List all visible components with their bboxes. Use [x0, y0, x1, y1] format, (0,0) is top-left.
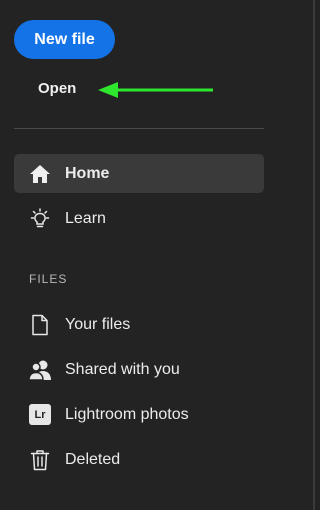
sidebar-item-deleted[interactable]: Deleted — [14, 440, 264, 479]
lightroom-badge: Lr — [29, 404, 51, 425]
home-icon — [28, 162, 52, 186]
sidebar-item-your-files[interactable]: Your files — [14, 305, 264, 344]
sidebar-item-label: Home — [65, 164, 110, 182]
files-section-heading: FILES — [29, 272, 68, 286]
lightroom-icon: Lr — [28, 403, 52, 427]
sidebar-item-learn[interactable]: Learn — [14, 199, 264, 238]
sidebar-item-lightroom-photos[interactable]: Lr Lightroom photos — [14, 395, 264, 434]
sidebar-item-home[interactable]: Home — [14, 154, 264, 193]
sidebar-item-label: Deleted — [65, 450, 121, 468]
trash-icon — [28, 448, 52, 472]
annotation-arrow-icon — [98, 82, 213, 98]
sidebar-item-shared-with-you[interactable]: Shared with you — [14, 350, 264, 389]
people-icon — [28, 358, 52, 382]
sidebar-item-label: Your files — [65, 315, 131, 333]
lightbulb-icon — [28, 207, 52, 231]
left-sidebar: New file Open Home Learn FILES Your file… — [0, 0, 315, 510]
sidebar-item-label: Lightroom photos — [65, 405, 189, 423]
file-icon — [28, 313, 52, 337]
sidebar-item-label: Shared with you — [65, 360, 180, 378]
divider — [14, 128, 264, 129]
new-file-button[interactable]: New file — [14, 20, 115, 59]
panel-edge — [313, 0, 315, 510]
open-link[interactable]: Open — [38, 80, 76, 97]
sidebar-item-label: Learn — [65, 209, 106, 227]
